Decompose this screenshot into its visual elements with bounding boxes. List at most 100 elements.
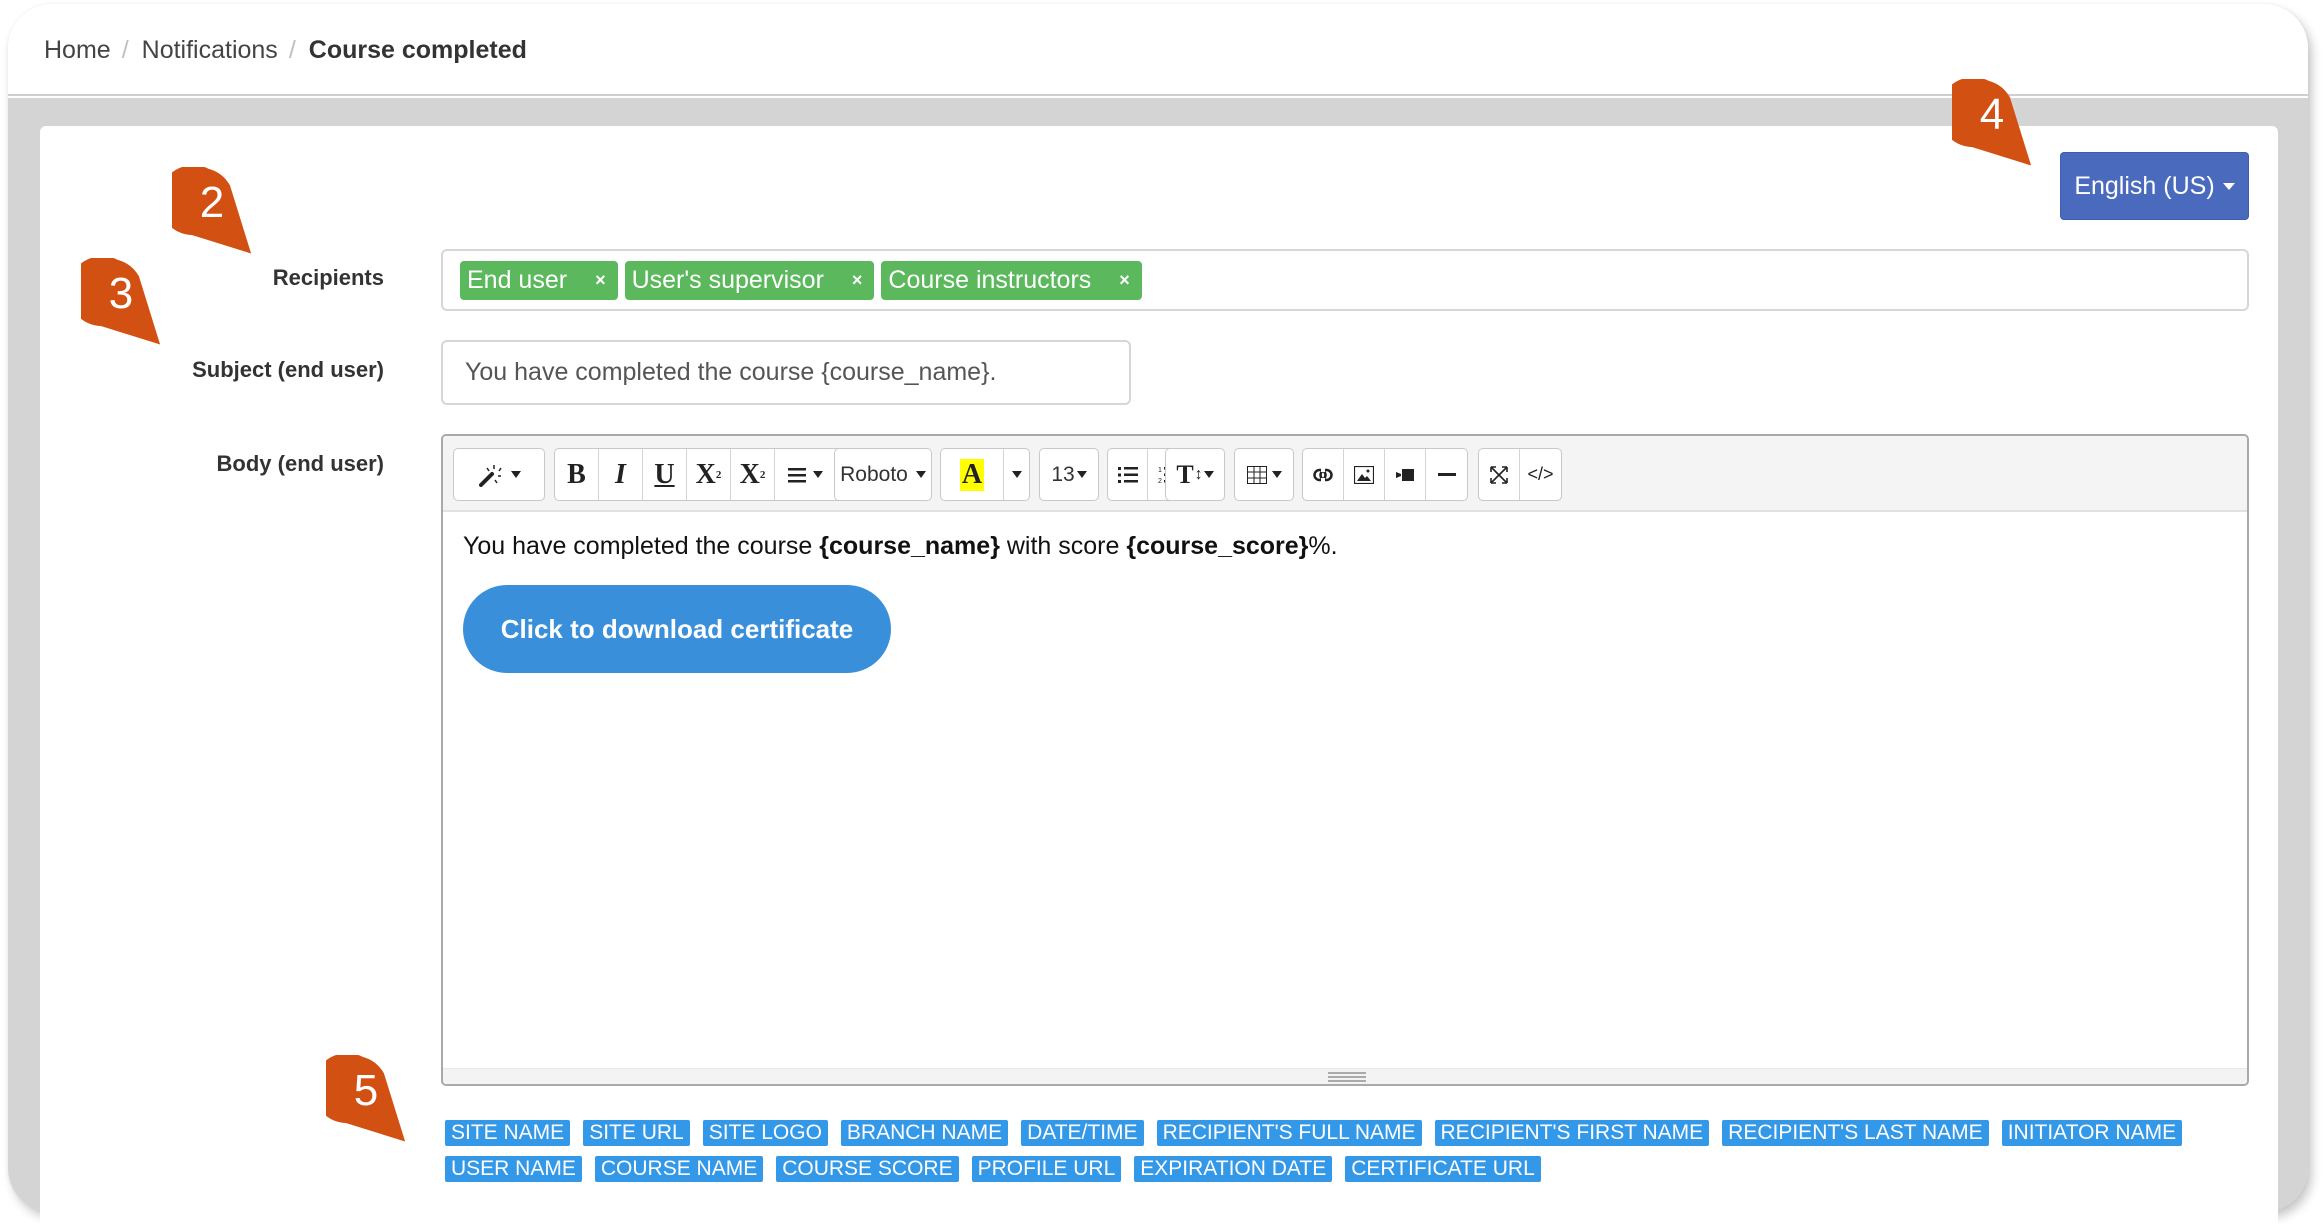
recipients-input[interactable]: End user × User's supervisor × Course in…	[441, 249, 2249, 311]
subscript-icon: X	[739, 458, 760, 490]
table-button[interactable]	[1235, 449, 1293, 500]
breadcrumb-separator: /	[121, 36, 129, 64]
body-text-suffix: %.	[1308, 532, 1338, 560]
body-label: Body (end user)	[216, 451, 384, 476]
underline-icon: U	[654, 458, 675, 490]
variable-tag[interactable]: SITE NAME	[445, 1120, 571, 1146]
marker-number: 5	[353, 1066, 379, 1115]
breadcrumb-current: Course completed	[308, 36, 527, 64]
breadcrumb: Home / Notifications / Course completed	[44, 36, 527, 65]
underline-button[interactable]: U	[643, 449, 687, 500]
link-icon	[1313, 467, 1333, 482]
recipient-chip: End user ×	[460, 260, 618, 300]
align-button[interactable]	[775, 449, 837, 500]
italic-button[interactable]: I	[599, 449, 643, 500]
line-height-button[interactable]: T ↕	[1166, 449, 1224, 500]
variable-tag[interactable]: SITE URL	[583, 1120, 690, 1146]
recipients-label: Recipients	[272, 265, 384, 290]
language-label: English (US)	[2074, 171, 2215, 200]
caret-down-icon	[1011, 471, 1022, 478]
horizontal-rule-button[interactable]	[1426, 449, 1467, 500]
toolbar-group-style	[453, 448, 545, 501]
marker-number: 4	[1979, 90, 2005, 139]
course-score-variable: {course_score}	[1126, 532, 1309, 560]
caret-down-icon	[915, 471, 926, 478]
remove-icon[interactable]: ×	[852, 270, 863, 291]
color-dropdown-button[interactable]	[1004, 449, 1029, 500]
resize-handle[interactable]	[1328, 1072, 1366, 1082]
bullet-list-icon	[1117, 466, 1138, 483]
variable-tag[interactable]: EXPIRATION DATE	[1134, 1156, 1333, 1182]
magic-wand-icon	[478, 464, 502, 487]
variable-tag[interactable]: BRANCH NAME	[840, 1120, 1009, 1146]
editor-statusbar	[443, 1068, 2247, 1084]
font-size-value: 13	[1051, 462, 1075, 486]
updown-arrow-icon: ↕	[1194, 465, 1203, 483]
toolbar-group-height: T ↕	[1165, 448, 1225, 501]
video-icon	[1396, 468, 1414, 481]
subscript-button[interactable]: X2	[731, 449, 775, 500]
unordered-list-button[interactable]	[1108, 449, 1148, 500]
chevron-down-icon	[2222, 182, 2235, 190]
toolbar-group-color: A	[940, 448, 1030, 501]
marker-number: 2	[199, 178, 225, 227]
font-name-dropdown[interactable]: Roboto	[835, 449, 931, 500]
remove-icon[interactable]: ×	[1119, 270, 1130, 291]
toolbar-group-insert	[1302, 448, 1468, 501]
variable-tags: SITE NAME SITE URL SITE LOGO BRANCH NAME DAT…	[445, 1120, 2245, 1182]
variable-tag[interactable]: USER NAME	[445, 1156, 582, 1182]
caret-down-icon	[510, 471, 521, 478]
variable-tag[interactable]: COURSE SCORE	[776, 1156, 959, 1182]
bold-icon: B	[567, 458, 586, 490]
video-button[interactable]	[1385, 449, 1426, 500]
chip-label: User's supervisor	[631, 265, 824, 294]
variable-tag[interactable]: CERTIFICATE URL	[1345, 1156, 1541, 1182]
recipient-chip: Course instructors ×	[881, 260, 1142, 300]
recipient-chip: User's supervisor ×	[624, 260, 875, 300]
variable-tag[interactable]: RECIPIENT'S FIRST NAME	[1434, 1120, 1710, 1146]
fullscreen-button[interactable]	[1479, 449, 1520, 500]
subject-label: Subject (end user)	[192, 357, 384, 382]
caret-down-icon	[813, 471, 823, 478]
chip-label: End user	[467, 265, 568, 294]
code-icon: </>	[1527, 464, 1554, 484]
table-icon	[1246, 465, 1267, 484]
breadcrumb-separator: /	[288, 36, 296, 64]
subject-input[interactable]	[441, 340, 1131, 405]
language-dropdown[interactable]: English (US)	[2060, 152, 2249, 220]
toolbar-group-fontname: Roboto	[834, 448, 932, 501]
caret-down-icon	[1076, 471, 1087, 478]
variable-tag[interactable]: PROFILE URL	[971, 1156, 1122, 1182]
superscript-button[interactable]: X2	[687, 449, 731, 500]
variable-tag[interactable]: RECIPIENT'S FULL NAME	[1156, 1120, 1422, 1146]
toolbar-group-font: B I U X2 X2	[554, 448, 881, 501]
editor-content[interactable]: You have completed the course {course_na…	[463, 532, 2227, 673]
text-color-button[interactable]: A	[941, 449, 1004, 500]
breadcrumb-home[interactable]: Home	[44, 36, 111, 65]
svg-text:1: 1	[1158, 467, 1162, 474]
svg-text:2: 2	[1158, 478, 1162, 485]
callout-label-4: 4	[1952, 79, 2032, 175]
breadcrumb-notifications[interactable]: Notifications	[142, 36, 278, 65]
superscript-mark: 2	[715, 468, 722, 481]
font-name-value: Roboto	[840, 462, 908, 486]
download-certificate-button[interactable]: Click to download certificate	[463, 585, 891, 673]
bold-button[interactable]: B	[555, 449, 599, 500]
variable-tag[interactable]: COURSE NAME	[594, 1156, 764, 1182]
variable-tag[interactable]: INITIATOR NAME	[2001, 1120, 2183, 1146]
callout-label-2: 2	[172, 167, 252, 263]
remove-icon[interactable]: ×	[595, 270, 606, 291]
link-button[interactable]	[1303, 449, 1344, 500]
horizontal-rule-icon	[1437, 472, 1456, 476]
variable-tag[interactable]: RECIPIENT'S LAST NAME	[1722, 1120, 1989, 1146]
body-text-prefix: You have completed the course	[463, 532, 820, 560]
variable-tag[interactable]: DATE/TIME	[1021, 1120, 1144, 1146]
style-button[interactable]	[454, 449, 544, 500]
variable-tag[interactable]: SITE LOGO	[702, 1120, 828, 1146]
editor-toolbar: B I U X2 X2 Roboto A 13 1 2 T ↕ </>	[443, 436, 2247, 512]
body-text: You have completed the course {course_na…	[463, 532, 2227, 561]
code-view-button[interactable]: </>	[1520, 449, 1561, 500]
font-size-dropdown[interactable]: 13	[1040, 449, 1098, 500]
text-color-icon: A	[959, 458, 985, 491]
image-button[interactable]	[1344, 449, 1385, 500]
